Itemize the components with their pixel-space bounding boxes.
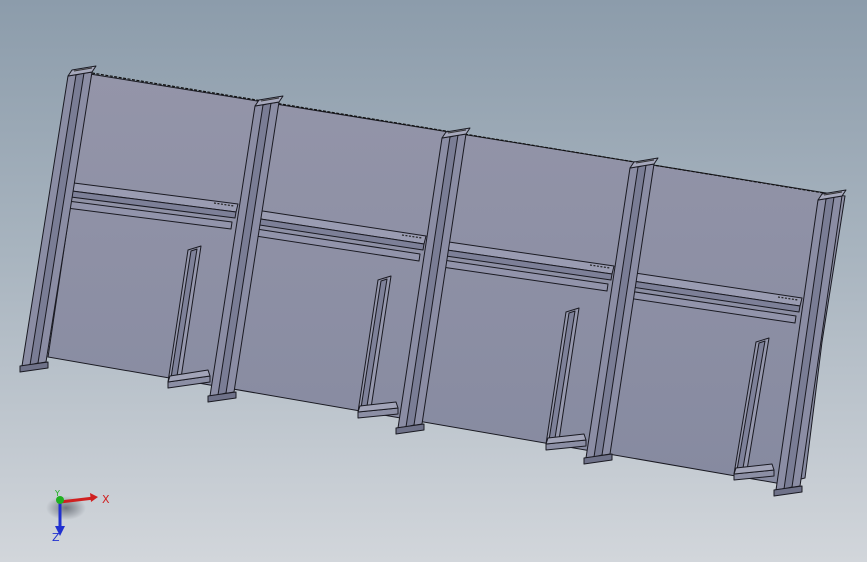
x-axis-arrowhead <box>90 493 98 502</box>
cad-viewport[interactable]: X Y Z <box>0 0 867 562</box>
z-axis-label: Z <box>52 531 60 544</box>
x-axis-label: X <box>102 493 110 506</box>
model-view[interactable] <box>0 0 867 562</box>
y-axis-label: Y <box>54 489 60 498</box>
coordinate-triad: X Y Z <box>46 489 110 544</box>
